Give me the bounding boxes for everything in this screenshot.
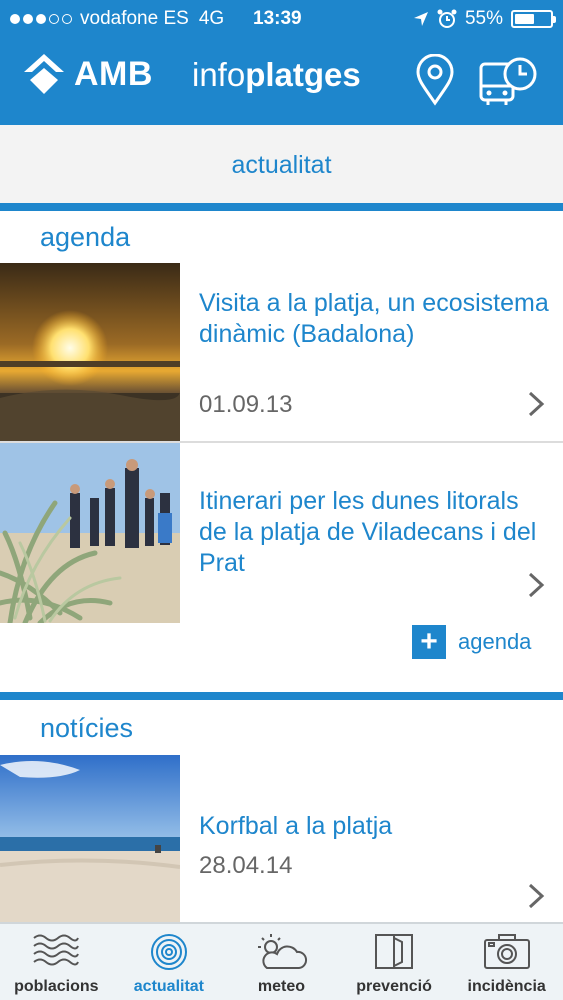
amb-logo: AMB: [22, 52, 153, 96]
tab-label: incidència: [467, 978, 546, 995]
tab-label: meteo: [257, 978, 306, 995]
page-title-bar: actualitat: [0, 125, 563, 203]
section-divider: [0, 692, 563, 700]
carrier-info: vodafone ES 4G: [10, 8, 224, 30]
amb-logo-icon: [24, 54, 64, 94]
bus-schedule-icon[interactable]: [478, 56, 538, 106]
chevron-right-icon: [528, 883, 545, 909]
sun-cloud-icon: [258, 934, 308, 969]
tab-label: prevenció: [356, 978, 432, 995]
agenda-item[interactable]: Itinerari per les dunes litorals de la p…: [0, 443, 563, 623]
battery-icon: [511, 10, 556, 28]
news-section-title: notícies: [40, 713, 134, 743]
signal-icon: [10, 14, 72, 24]
tab-label: poblacions: [14, 978, 99, 995]
camera-icon: [483, 934, 530, 969]
app-title-bold: platges: [245, 56, 361, 93]
target-icon: [150, 934, 187, 970]
header: vodafone ES 4G 13:39 55% AMB infoplatges: [0, 0, 563, 125]
chevron-right-icon: [528, 572, 545, 598]
tab-label: actualitat: [133, 978, 205, 995]
alarm-icon: [437, 9, 457, 28]
agenda-item[interactable]: Visita a la platja, un ecosistema dinàmi…: [0, 263, 563, 443]
news-item[interactable]: Korfbal a la platja 28.04.14: [0, 755, 563, 922]
agenda-item-date: 01.09.13: [199, 391, 293, 418]
agenda-section-title: agenda: [40, 222, 131, 252]
clock: 13:39: [253, 8, 302, 29]
page-title: actualitat: [231, 151, 332, 179]
app-title: infoplatges: [192, 56, 361, 94]
more-agenda-button[interactable]: + agenda: [412, 625, 531, 659]
tab-bar: poblacions actualitat meteo prevenció in…: [0, 922, 563, 1000]
tab-poblacions[interactable]: poblacions: [0, 924, 113, 1000]
news-item-image-beach: [0, 755, 180, 922]
more-agenda-label: agenda: [458, 629, 532, 654]
section-divider: [0, 203, 563, 211]
tab-prevencio[interactable]: prevenció: [338, 924, 451, 1000]
news-item-title: Korfbal a la platja: [199, 812, 393, 840]
plus-icon: +: [412, 625, 446, 659]
location-arrow-icon: [413, 12, 428, 26]
app-title-light: info: [192, 56, 246, 93]
status-bar: vodafone ES 4G 13:39 55%: [0, 0, 563, 38]
tab-actualitat[interactable]: actualitat: [113, 924, 226, 1000]
chevron-right-icon: [528, 391, 545, 417]
network-type: 4G: [198, 8, 225, 29]
news-item-date: 28.04.14: [199, 852, 293, 879]
agenda-item-image-sunset: [0, 263, 180, 443]
status-right: 55%: [413, 8, 556, 30]
logo-text: AMB: [74, 54, 153, 93]
battery-percent: 55%: [464, 8, 503, 29]
tab-meteo[interactable]: meteo: [225, 924, 338, 1000]
app-bar: AMB infoplatges: [0, 38, 563, 125]
waves-icon: [33, 934, 80, 966]
carrier-name: vodafone ES: [80, 8, 189, 29]
agenda-item-title: Visita a la platja, un ecosistema dinàmi…: [199, 289, 549, 348]
agenda-item-image-dunes: [0, 443, 180, 623]
map-pin-icon[interactable]: [414, 54, 456, 106]
tab-incidencia[interactable]: incidència: [450, 924, 563, 1000]
agenda-item-title: Itinerari per les dunes litorals de la p…: [199, 487, 537, 577]
book-icon: [375, 934, 414, 969]
